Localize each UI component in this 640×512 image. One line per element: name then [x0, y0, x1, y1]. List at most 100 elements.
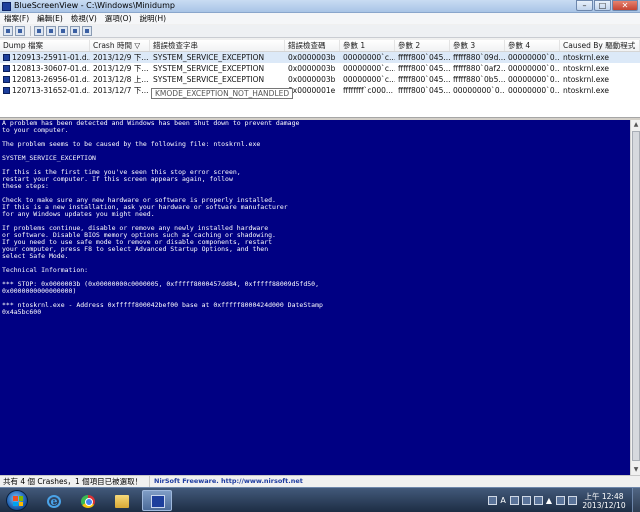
table-cell: 00000000`0...: [508, 53, 560, 62]
table-cell: ntoskrnl.exe: [563, 75, 610, 84]
vertical-scrollbar[interactable]: ▲ ▼: [630, 120, 640, 475]
minimize-button[interactable]: –: [576, 0, 593, 11]
find-icon[interactable]: [70, 26, 80, 36]
table-cell: SYSTEM_SERVICE_EXCEPTION: [153, 53, 265, 62]
bsod-text-line: restart your computer. If this screen ap…: [2, 175, 233, 183]
clock-date: 2013/12/10: [582, 500, 626, 510]
windows-logo-icon: [13, 496, 23, 506]
maximize-button[interactable]: □: [594, 0, 611, 11]
column-parameter-3[interactable]: 參數 3: [450, 40, 505, 51]
language-indicator[interactable]: A: [500, 496, 505, 505]
status-bar: 共有 4 個 Crashes，1 個項目已被選取！ NirSoft Freewa…: [0, 475, 640, 487]
bluescreenview-window: BlueScreenView - C:\Windows\Minidump – □…: [0, 0, 640, 487]
refresh-icon[interactable]: [58, 26, 68, 36]
column-bug-check-string[interactable]: 錯誤檢查字串: [150, 40, 285, 51]
help-icon[interactable]: [533, 496, 543, 505]
column-parameter-2[interactable]: 參數 2: [395, 40, 450, 51]
dump-file-icon: [3, 76, 10, 83]
column-dump-file[interactable]: Dump 檔案: [0, 40, 90, 51]
table-cell: 00000000`c...: [343, 53, 395, 62]
menu-edit[interactable]: 編輯(E): [33, 13, 67, 24]
table-row[interactable]: 120913-25911-01.d... 2013/12/9 下... SYST…: [0, 52, 640, 63]
ime-settings-icon[interactable]: [521, 496, 531, 505]
table-header: Dump 檔案 Crash 時間 ▽ 錯誤檢查字串 錯誤檢查碼 參數 1 參數 …: [0, 40, 640, 52]
open-icon[interactable]: [3, 26, 13, 36]
bsod-text-line: your computer, press F8 to select Advanc…: [2, 245, 269, 253]
input-method-icon[interactable]: [488, 496, 498, 505]
bsod-text-line: 0x0000000000000000): [2, 287, 77, 295]
table-cell: fffff800`045...: [398, 64, 450, 73]
show-desktop-button[interactable]: [632, 488, 640, 512]
table-cell: 2013/12/9 下...: [93, 64, 149, 73]
status-crash-count: 共有 4 個 Crashes，1 個項目已被選取！: [0, 476, 150, 487]
properties-icon[interactable]: [46, 26, 56, 36]
column-parameter-1[interactable]: 參數 1: [340, 40, 395, 51]
bluescreenview-icon: [151, 495, 165, 508]
column-parameter-4[interactable]: 參數 4: [505, 40, 560, 51]
table-cell: 00000000`0...: [453, 86, 505, 95]
table-row[interactable]: 120713-31652-01.d... 2013/12/7 下... 0x00…: [0, 85, 640, 96]
clock[interactable]: 上午 12:48 2013/12/10: [580, 492, 628, 510]
crash-list: Dump 檔案 Crash 時間 ▽ 錯誤檢查字串 錯誤檢查碼 參數 1 參數 …: [0, 40, 640, 118]
table-cell: 00000000`c...: [343, 64, 395, 73]
menu-help[interactable]: 說明(H): [136, 13, 171, 24]
show-hidden-icons-icon[interactable]: ▲: [546, 496, 552, 505]
table-cell-dump-file: 120813-26956-01.d...: [0, 74, 90, 85]
copy-icon[interactable]: [34, 26, 44, 36]
taskbar-file-explorer[interactable]: [106, 490, 136, 511]
table-cell: 00000000`0...: [508, 86, 560, 95]
network-icon[interactable]: [556, 496, 565, 505]
table-cell: 0x0000003b: [288, 75, 336, 84]
dump-file-icon: [3, 87, 10, 94]
column-bug-check-code[interactable]: 錯誤檢查碼: [285, 40, 340, 51]
input-mode-icon[interactable]: [509, 496, 519, 505]
toolbar-separator: [30, 26, 31, 36]
dump-file-name: 120813-30607-01.d...: [12, 64, 90, 73]
table-cell: 2013/12/9 下...: [93, 53, 149, 62]
exit-icon[interactable]: [82, 26, 92, 36]
volume-icon[interactable]: [568, 496, 577, 505]
app-icon: [2, 2, 11, 11]
save-icon[interactable]: [15, 26, 25, 36]
column-caused-by-driver[interactable]: Caused By 驅動程式: [560, 40, 640, 51]
table-cell: ntoskrnl.exe: [563, 53, 610, 62]
menu-view[interactable]: 檢視(V): [67, 13, 101, 24]
bsod-text-line: 0x4a5bc600: [2, 308, 42, 316]
taskbar-chrome[interactable]: [72, 490, 102, 511]
bsod-text-line: for any Windows updates you might need.: [2, 210, 155, 218]
dump-file-name: 120713-31652-01.d...: [12, 86, 90, 95]
table-cell: SYSTEM_SERVICE_EXCEPTION: [153, 75, 265, 84]
blue-screen-preview: A problem has been detected and Windows …: [0, 120, 630, 475]
table-row[interactable]: 120813-26956-01.d... 2013/12/8 上... SYST…: [0, 74, 640, 85]
menu-options[interactable]: 選項(O): [101, 13, 136, 24]
table-cell: SYSTEM_SERVICE_EXCEPTION: [153, 64, 265, 73]
table-row[interactable]: 120813-30607-01.d... 2013/12/9 下... SYST…: [0, 63, 640, 74]
sort-indicator-icon: ▽: [134, 41, 141, 50]
scroll-down-icon[interactable]: ▼: [631, 465, 640, 475]
table-cell: ffffffff`c000...: [343, 86, 394, 95]
scroll-up-icon[interactable]: ▲: [631, 120, 640, 130]
start-button[interactable]: [6, 490, 28, 511]
menu-file[interactable]: 檔案(F): [0, 13, 33, 24]
table-cell: 00000000`c...: [343, 75, 395, 84]
table-cell: 0x0000003b: [288, 53, 336, 62]
chrome-icon: [81, 495, 95, 508]
bsod-text-line: these steps:: [2, 182, 49, 190]
taskbar-internet-explorer[interactable]: e: [38, 490, 68, 511]
table-cell: 00000000`0...: [508, 75, 560, 84]
column-crash-time[interactable]: Crash 時間 ▽: [90, 40, 150, 51]
internet-explorer-icon: e: [47, 495, 61, 508]
bsod-text-line: Technical Information:: [2, 266, 89, 274]
nirsoft-link[interactable]: NirSoft Freeware. http://www.nirsoft.net: [150, 476, 303, 487]
table-cell: fffff880`09d...: [453, 53, 505, 62]
table-cell: fffff880`0b5...: [453, 75, 505, 84]
file-explorer-icon: [115, 495, 129, 508]
title-bar[interactable]: BlueScreenView - C:\Windows\Minidump – □…: [0, 0, 640, 13]
scrollbar-thumb[interactable]: [632, 131, 640, 461]
close-button[interactable]: ✕: [612, 0, 638, 11]
table-cell: ntoskrnl.exe: [563, 86, 610, 95]
taskbar-bluescreenview[interactable]: [142, 490, 172, 511]
table-cell: 00000000`0...: [508, 64, 560, 73]
table-cell: fffff880`0af2...: [453, 64, 505, 73]
bsod-text-line: The problem seems to be caused by the fo…: [2, 140, 261, 148]
